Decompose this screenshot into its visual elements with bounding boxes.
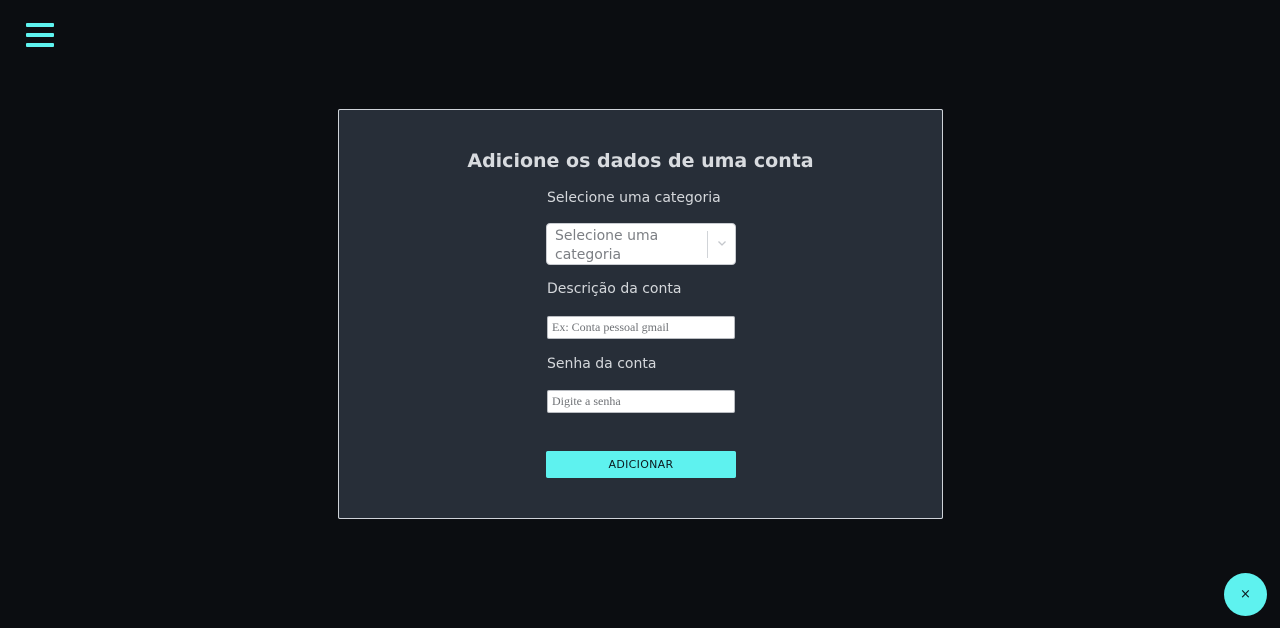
description-label: Descrição da conta [547, 281, 682, 297]
category-select-placeholder: Selecione uma categoria [555, 228, 659, 263]
category-select[interactable]: Selecione uma categoria [546, 223, 736, 265]
category-label: Selecione uma categoria [547, 190, 721, 206]
close-icon: × [1240, 587, 1251, 602]
hamburger-menu-icon-bar [26, 33, 54, 37]
select-divider [707, 231, 708, 258]
password-label: Senha da conta [547, 356, 657, 372]
add-button[interactable]: ADICIONAR [546, 451, 736, 478]
hamburger-menu-icon-bar [26, 23, 54, 27]
password-input[interactable] [547, 390, 735, 413]
add-account-form-card: Adicione os dados de uma conta Selecione… [338, 109, 943, 519]
hamburger-menu-icon-bar [26, 43, 54, 47]
description-input[interactable] [547, 316, 735, 339]
chevron-down-icon[interactable] [716, 237, 728, 249]
hamburger-menu-button[interactable] [26, 23, 55, 48]
form-title: Adicione os dados de uma conta [467, 150, 814, 172]
close-fab-button[interactable]: × [1224, 573, 1267, 616]
